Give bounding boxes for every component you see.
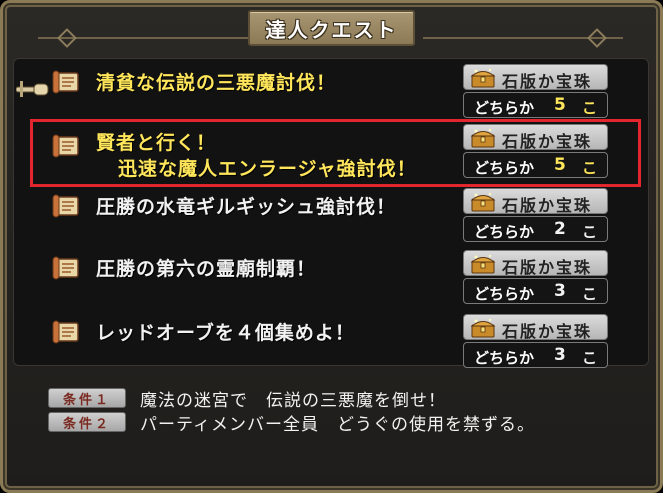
reward-count: 3 — [554, 345, 566, 365]
reward-count-unit: こ — [582, 223, 598, 241]
scroll-icon — [52, 256, 79, 280]
quest-row[interactable]: 圧勝の水竜ギルギッシュ強討伐！ 石版か宝珠どちらか 2 こ — [36, 188, 612, 244]
reward-type-plate: 石版か宝珠 — [463, 188, 608, 215]
condition-tag-2: 条件２ — [48, 412, 126, 432]
reward-type-plate: 石版か宝珠 — [463, 314, 608, 341]
scroll-icon — [52, 194, 79, 218]
conditions-panel: 条件１ 魔法の迷宮で 伝説の三悪魔を倒せ！ 条件２ パーティメンバー全員 どうぐ… — [36, 380, 628, 442]
reward-label: 石版か宝珠 — [502, 72, 593, 91]
condition-text-2: パーティメンバー全員 どうぐの使用を禁ずる。 — [140, 415, 535, 435]
reward-label: 石版か宝珠 — [502, 322, 593, 341]
quest-row[interactable]: レッドオーブを４個集めよ！ 石版か宝珠どちらか 3 こ — [36, 314, 612, 370]
condition-text-1: 魔法の迷宮で 伝説の三悪魔を倒せ！ — [140, 391, 446, 411]
reward-count: 5 — [554, 95, 566, 115]
reward-box: 石版か宝珠どちらか 3 こ — [463, 314, 608, 368]
treasure-chest-icon — [470, 254, 496, 274]
quest-row[interactable]: 清貧な伝説の三悪魔討伐！ 石版か宝珠どちらか 5 こ — [36, 64, 612, 120]
reward-count-plate: どちらか 5 こ — [463, 92, 608, 118]
reward-count-unit: こ — [582, 349, 598, 367]
reward-count-plate: どちらか 2 こ — [463, 216, 608, 242]
reward-label: 石版か宝珠 — [502, 258, 593, 277]
reward-count-plate: どちらか 3 こ — [463, 342, 608, 368]
treasure-chest-icon — [470, 192, 496, 212]
reward-type-plate: 石版か宝珠 — [463, 64, 608, 91]
ornament-right-icon — [587, 28, 607, 48]
quest-row[interactable]: 圧勝の第六の霊廟制覇！ 石版か宝珠どちらか 3 こ — [36, 250, 612, 306]
quest-name: 圧勝の第六の霊廟制覇！ — [96, 258, 317, 280]
reward-label: 石版か宝珠 — [502, 196, 593, 215]
selected-quest-highlight — [30, 119, 641, 187]
quest-name: 圧勝の水竜ギルギッシュ強討伐！ — [96, 196, 397, 218]
either-label: どちらか — [474, 99, 535, 117]
ornament-left-icon — [57, 28, 77, 48]
scroll-icon — [52, 320, 79, 344]
treasure-chest-icon — [470, 318, 496, 338]
either-label: どちらか — [474, 349, 535, 367]
either-label: どちらか — [474, 223, 535, 241]
reward-box: 石版か宝珠どちらか 2 こ — [463, 188, 608, 242]
reward-count-plate: どちらか 3 こ — [463, 278, 608, 304]
reward-box: 石版か宝珠どちらか 3 こ — [463, 250, 608, 304]
reward-count: 3 — [554, 281, 566, 301]
window-title: 達人クエスト — [265, 17, 398, 42]
reward-count-unit: こ — [582, 285, 598, 303]
reward-count: 2 — [554, 219, 566, 239]
scroll-icon — [52, 70, 79, 94]
reward-count-unit: こ — [582, 99, 598, 117]
condition-tag-1: 条件１ — [48, 388, 126, 408]
either-label: どちらか — [474, 285, 535, 303]
reward-box: 石版か宝珠どちらか 5 こ — [463, 64, 608, 118]
reward-type-plate: 石版か宝珠 — [463, 250, 608, 277]
quest-name: 清貧な伝説の三悪魔討伐！ — [96, 72, 337, 94]
quest-name: レッドオーブを４個集めよ！ — [96, 322, 355, 344]
treasure-chest-icon — [470, 68, 496, 88]
title-plate: 達人クエスト — [248, 10, 415, 46]
